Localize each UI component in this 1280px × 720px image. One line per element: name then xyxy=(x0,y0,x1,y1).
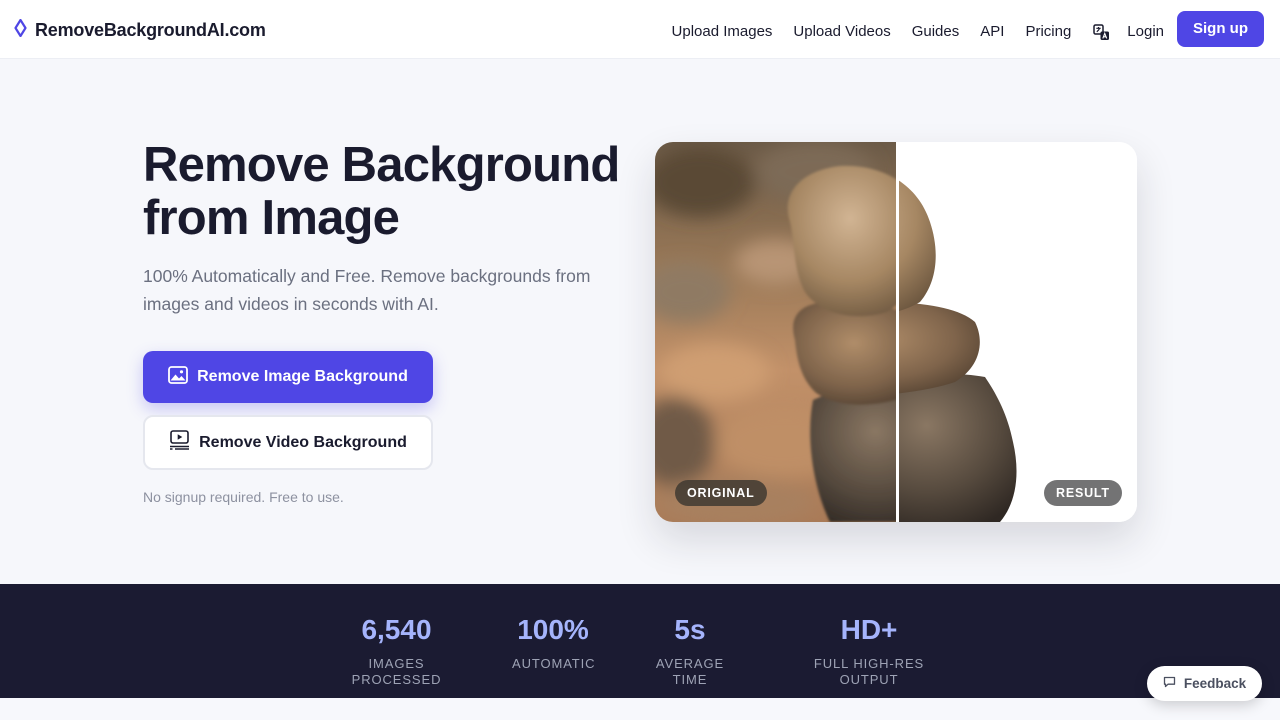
hero-title-line-2: from Image xyxy=(143,191,400,245)
remove-image-background-label: Remove Image Background xyxy=(197,368,408,385)
no-signup-note: No signup required. Free to use. xyxy=(143,489,344,505)
stat-value: 5s xyxy=(674,614,706,645)
feedback-label: Feedback xyxy=(1183,676,1247,691)
stat-images-processed: 6,540 IMAGES PROCESSED xyxy=(328,613,465,688)
main-nav: Upload Images Upload Videos Guides API P… xyxy=(672,11,1264,47)
stat-value: HD+ xyxy=(840,614,898,645)
hero-subtitle: 100% Automatically and Free. Remove back… xyxy=(143,266,591,314)
stat-label: FULL HIGH-RES OUTPUT xyxy=(813,656,925,687)
stat-label: AVERAGE TIME xyxy=(655,656,725,687)
video-icon xyxy=(169,430,190,455)
chat-icon xyxy=(1163,676,1176,691)
hero-title: Remove Background from Image xyxy=(143,139,643,245)
image-icon xyxy=(168,365,189,389)
remove-video-background-button[interactable]: Remove Video Background xyxy=(143,415,433,470)
nav-upload-videos[interactable]: Upload Videos xyxy=(793,20,890,44)
login-link[interactable]: Login xyxy=(1127,20,1164,44)
stat-high-res-output: HD+ FULL HIGH-RES OUTPUT xyxy=(786,613,952,688)
stat-label: AUTOMATIC xyxy=(512,656,596,671)
nav-pricing[interactable]: Pricing xyxy=(1025,20,1071,44)
nav-upload-images[interactable]: Upload Images xyxy=(672,20,773,44)
stat-automatic: 100% AUTOMATIC xyxy=(512,613,596,672)
hero-title-line-1: Remove Background xyxy=(143,138,620,192)
nav-api[interactable]: API xyxy=(980,20,1004,44)
next-section-edge xyxy=(0,698,1280,720)
stat-value: 6,540 xyxy=(361,614,432,645)
before-after-comparison[interactable] xyxy=(655,142,1137,522)
remove-video-background-label: Remove Video Background xyxy=(199,433,407,451)
logo[interactable]: RemoveBackgroundAI.com xyxy=(14,18,266,42)
stat-value: 100% xyxy=(517,614,589,645)
stats-band: 6,540 IMAGES PROCESSED 100% AUTOMATIC 5s… xyxy=(0,584,1280,698)
result-badge: RESULT xyxy=(1044,480,1122,506)
stat-label: IMAGES PROCESSED xyxy=(351,656,442,687)
remove-image-background-button[interactable]: Remove Image Background xyxy=(143,351,433,403)
nav-guides[interactable]: Guides xyxy=(912,20,960,44)
signup-button[interactable]: Sign up xyxy=(1177,11,1264,47)
translate-icon[interactable] xyxy=(1092,23,1110,41)
original-badge: ORIGINAL xyxy=(675,480,767,506)
comparison-image xyxy=(655,142,1137,522)
diamond-icon xyxy=(14,18,27,42)
feedback-button[interactable]: Feedback xyxy=(1147,666,1262,701)
stat-average-time: 5s AVERAGE TIME xyxy=(640,613,740,688)
logo-text: RemoveBackgroundAI.com xyxy=(35,19,266,40)
site-header: RemoveBackgroundAI.com Upload Images Upl… xyxy=(0,0,1280,59)
